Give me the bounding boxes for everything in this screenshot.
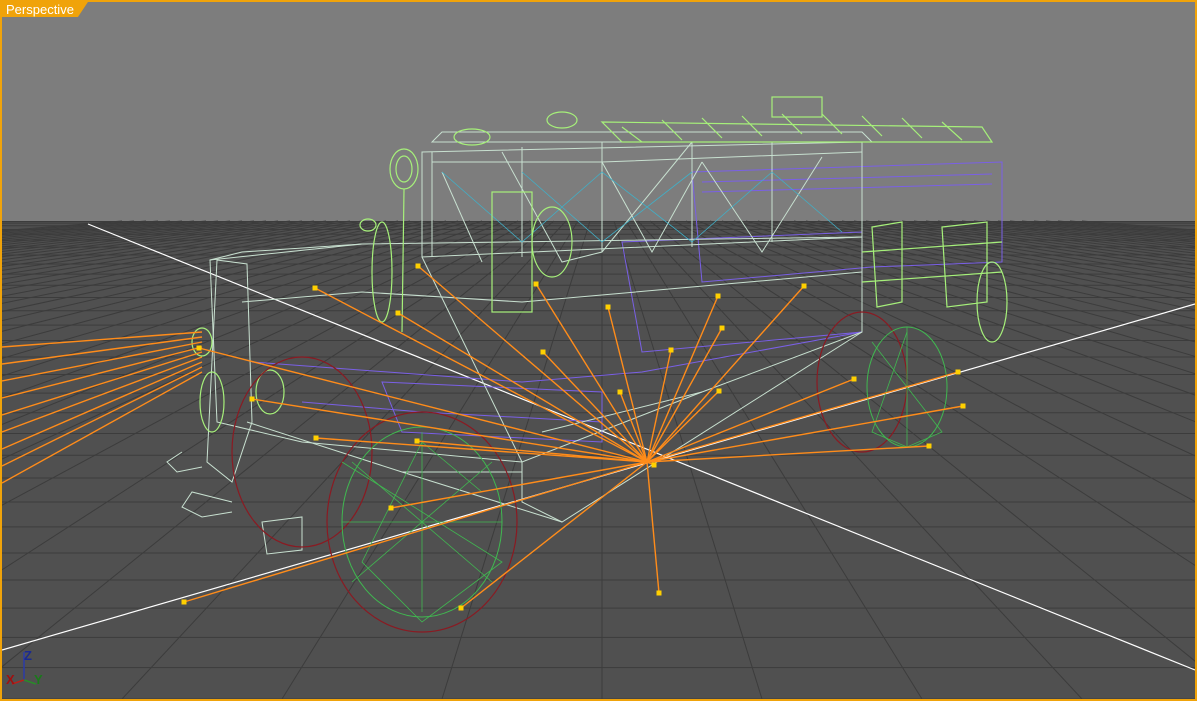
light-point[interactable] <box>926 443 932 449</box>
light-point[interactable] <box>249 396 255 402</box>
scene-canvas[interactable] <box>2 2 1195 699</box>
light-point[interactable] <box>719 325 725 331</box>
light-point[interactable] <box>716 388 722 394</box>
light-point[interactable] <box>181 599 187 605</box>
light-point[interactable] <box>617 389 623 395</box>
axis-gizmo-z-label: Z <box>24 648 32 663</box>
light-point[interactable] <box>715 293 721 299</box>
light-point[interactable] <box>312 285 318 291</box>
light-point[interactable] <box>656 590 662 596</box>
viewport-label[interactable]: Perspective <box>2 2 88 17</box>
light-point[interactable] <box>801 283 807 289</box>
light-point[interactable] <box>415 263 421 269</box>
light-point[interactable] <box>533 281 539 287</box>
axis-gizmo-x-label: X <box>6 672 15 687</box>
light-point[interactable] <box>960 403 966 409</box>
light-point[interactable] <box>668 347 674 353</box>
light-point[interactable] <box>605 304 611 310</box>
axis-gizmo: Z X Y <box>6 648 43 687</box>
light-point[interactable] <box>395 310 401 316</box>
light-point[interactable] <box>651 462 657 468</box>
light-point[interactable] <box>458 605 464 611</box>
light-point[interactable] <box>414 438 420 444</box>
light-point[interactable] <box>851 376 857 382</box>
light-point[interactable] <box>388 505 394 511</box>
axis-gizmo-y-label: Y <box>34 672 43 687</box>
light-point[interactable] <box>196 345 202 351</box>
perspective-viewport[interactable]: Perspective Z X Y <box>0 0 1197 701</box>
light-point[interactable] <box>313 435 319 441</box>
light-point[interactable] <box>955 369 961 375</box>
light-point[interactable] <box>540 349 546 355</box>
